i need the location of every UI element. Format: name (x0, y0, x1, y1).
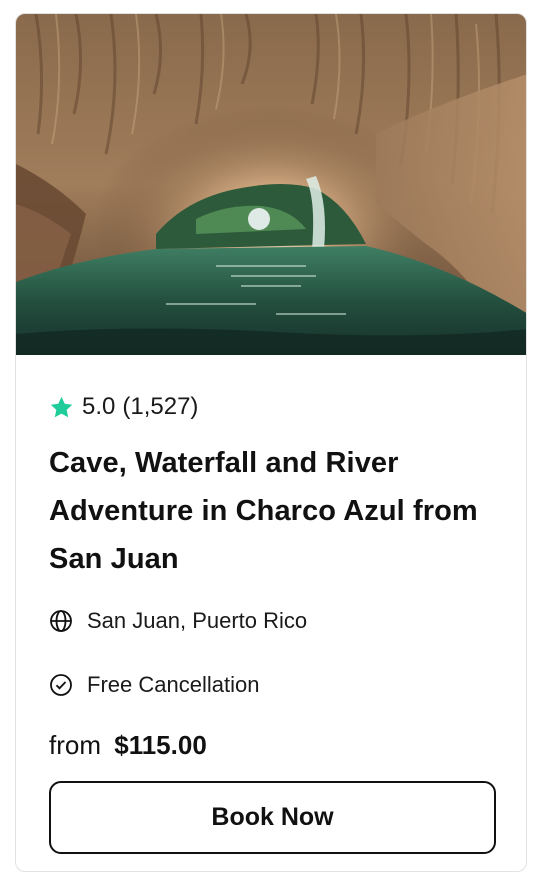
book-now-button[interactable]: Book Now (49, 781, 496, 854)
location: San Juan, Puerto Rico (49, 608, 307, 634)
price-prefix: from (49, 730, 101, 760)
price: from $115.00 (49, 728, 207, 762)
globe-icon (50, 610, 72, 632)
rating-score: 5.0 (82, 393, 116, 420)
cancellation-text: Free Cancellation (87, 672, 260, 697)
free-cancellation: Free Cancellation (49, 672, 259, 698)
cave-photo (16, 14, 526, 355)
star-icon (50, 396, 73, 417)
check-circle-icon (50, 674, 72, 696)
location-text: San Juan, Puerto Rico (87, 608, 308, 633)
tour-title[interactable]: Cave, Waterfall and River Adventure in C… (49, 439, 509, 583)
tour-card[interactable]: 5.0 (1,527) Cave, Waterfall and River Ad… (15, 13, 527, 872)
rating: 5.0 (1,527) (49, 393, 198, 421)
rating-count: (1,527) (122, 393, 199, 420)
price-amount: $115.00 (114, 730, 207, 760)
tour-image[interactable] (16, 14, 526, 355)
